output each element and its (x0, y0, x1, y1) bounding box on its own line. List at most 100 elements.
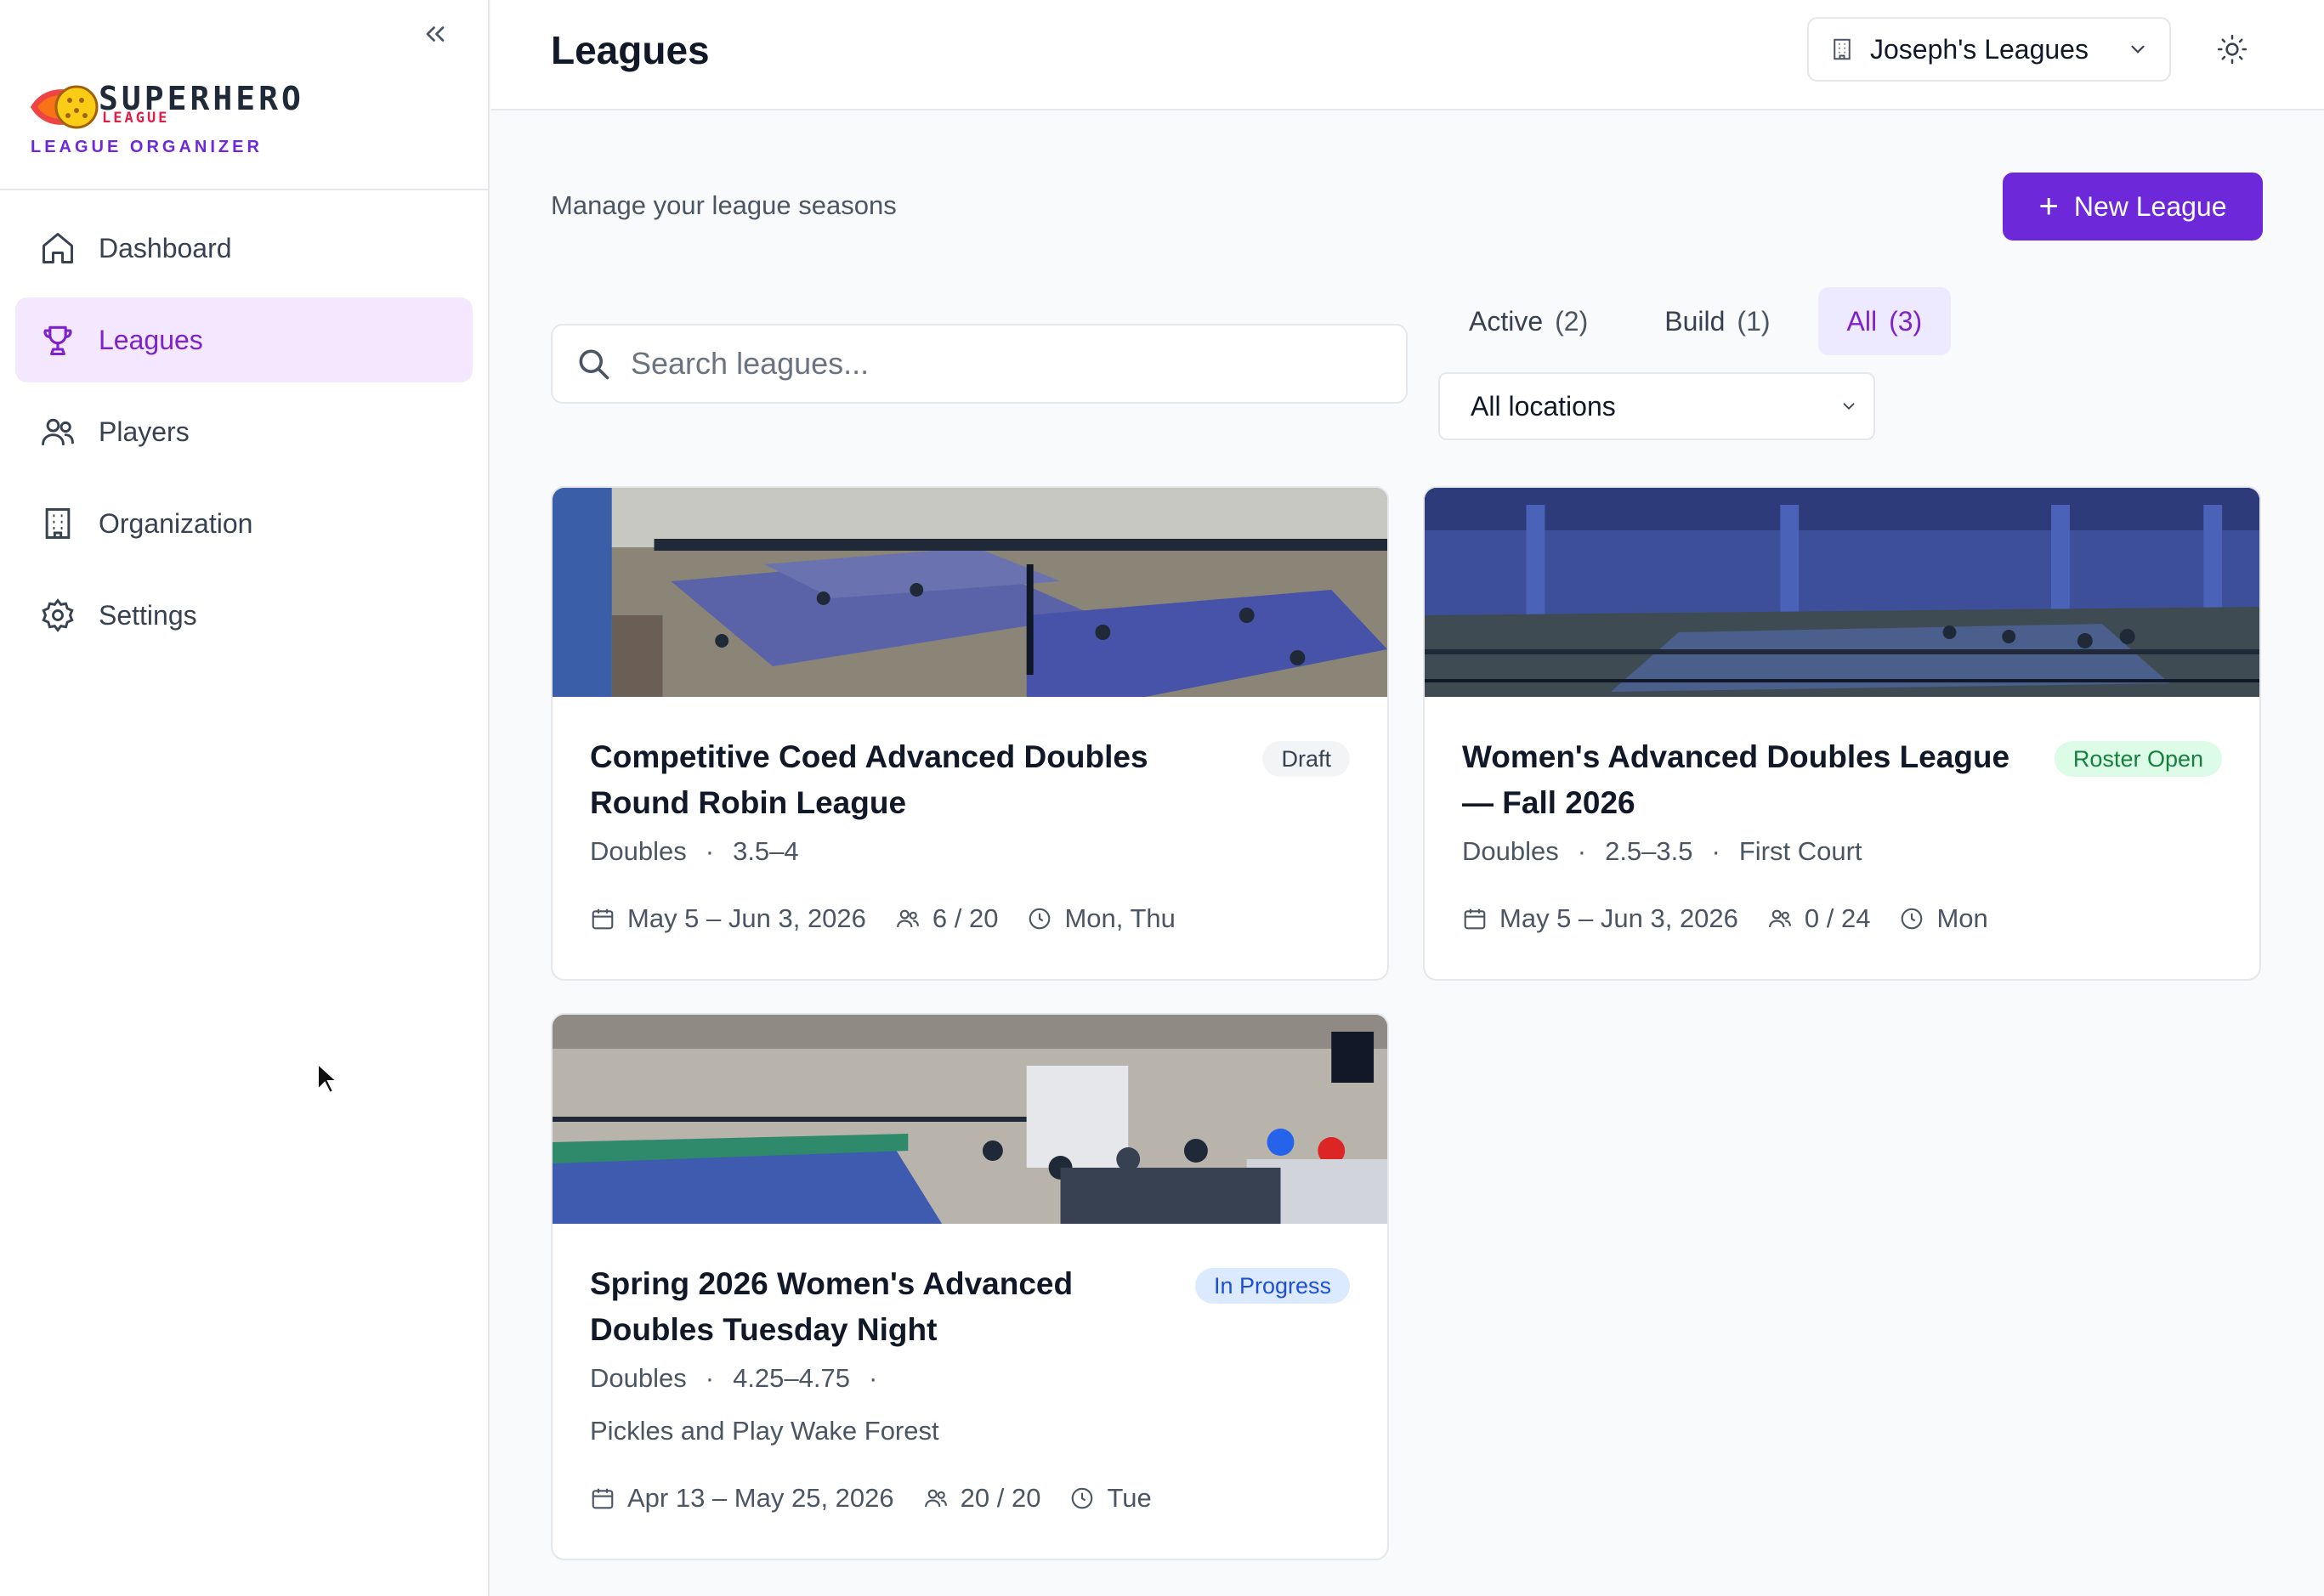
status-tabs: Active (2) Build (1) All (3) (1440, 287, 1970, 355)
league-dates-text: May 5 – Jun 3, 2026 (627, 903, 866, 933)
league-days: Mon (1899, 903, 1988, 934)
sidebar-item-label: Players (99, 416, 190, 447)
sidebar-item-label: Organization (99, 507, 253, 539)
card-body: Women's Advanced Doubles League — Fall 2… (1425, 697, 2259, 940)
plus-icon: + (2038, 188, 2059, 225)
league-meta: Doubles · 3.5–4 (590, 831, 1350, 872)
tab-count: (3) (1889, 305, 1923, 337)
sidebar-item-label: Settings (99, 599, 197, 631)
meta-separator: · (1577, 836, 1587, 866)
league-card[interactable]: Spring 2026 Women's Advanced Doubles Tue… (551, 1013, 1389, 1560)
meta-separator: · (1711, 836, 1720, 866)
tab-active[interactable]: Active (2) (1440, 287, 1617, 355)
search-input[interactable] (631, 346, 1379, 382)
users-icon (39, 413, 77, 450)
users-icon (896, 909, 919, 928)
league-stats: May 5 – Jun 3, 2026 0 / 24 Mon (1462, 897, 2222, 940)
league-players: 6 / 20 (895, 903, 999, 934)
card-body: Spring 2026 Women's Advanced Doubles Tue… (553, 1224, 1387, 1520)
calendar-icon (1464, 908, 1486, 930)
league-card[interactable]: Competitive Coed Advanced Doubles Round … (551, 486, 1389, 981)
tab-all[interactable]: All (3) (1817, 287, 1952, 355)
status-badge: Draft (1262, 741, 1350, 777)
meta-separator: · (869, 1363, 878, 1393)
sun-icon (2217, 34, 2247, 65)
sidebar-item-dashboard[interactable]: Dashboard (15, 206, 473, 291)
sidebar-item-label: Leagues (99, 324, 203, 355)
collapse-sidebar-button[interactable] (417, 15, 454, 53)
gear-icon (39, 597, 77, 634)
new-league-label: New League (2073, 190, 2227, 222)
league-players-text: 0 / 24 (1804, 903, 1871, 933)
league-days: Mon, Thu (1027, 903, 1176, 934)
sidebar-item-leagues[interactable]: Leagues (15, 297, 473, 382)
organization-selector-label: Joseph's Leagues (1870, 33, 2089, 65)
league-location: Pickles and Play Wake Forest (590, 1416, 939, 1446)
calendar-icon (592, 1488, 614, 1509)
league-format: Doubles (1462, 836, 1559, 866)
building-icon (39, 505, 77, 542)
league-days-text: Tue (1107, 1483, 1152, 1513)
sidebar-item-label: Dashboard (99, 232, 232, 263)
search-icon (579, 349, 609, 380)
league-format: Doubles (590, 836, 687, 866)
meta-separator: · (705, 836, 715, 866)
tab-label: All (1846, 305, 1878, 337)
tab-build[interactable]: Build (1) (1635, 287, 1799, 355)
calendar-icon (592, 908, 614, 930)
sidebar-nav: Dashboard Leagues Players Organization S… (15, 206, 473, 665)
clock-icon (1029, 908, 1051, 930)
league-title: Women's Advanced Doubles League — Fall 2… (1462, 739, 2010, 820)
league-format: Doubles (590, 1363, 687, 1393)
theme-toggle-button[interactable] (2208, 25, 2256, 73)
league-rating: 3.5–4 (733, 836, 799, 866)
league-players-text: 20 / 20 (960, 1483, 1041, 1513)
organization-selector[interactable]: Joseph's Leagues (1807, 17, 2171, 82)
league-dates: May 5 – Jun 3, 2026 (1462, 903, 1738, 934)
league-dates: May 5 – Jun 3, 2026 (590, 903, 866, 934)
top-header: Leagues Joseph's Leagues (491, 0, 2324, 110)
chevron-down-icon (2131, 45, 2145, 54)
double-chevron-left-icon (426, 26, 445, 42)
sidebar: SUPERHERO LEAGUE LEAGUE ORGANIZER Dashbo… (0, 0, 490, 1596)
league-meta: Doubles · 2.5–3.5 · First Court (1462, 831, 2222, 872)
page-title: Leagues (551, 28, 710, 72)
tab-count: (1) (1737, 305, 1771, 337)
logo-sub: LEAGUE (102, 110, 170, 127)
tab-label: Active (1469, 305, 1544, 337)
league-photo (553, 488, 1387, 697)
league-stats: Apr 13 – May 25, 2026 20 / 20 Tue (590, 1477, 1350, 1520)
clock-icon (1902, 908, 1923, 930)
logo-ball-icon (29, 82, 100, 137)
tab-count: (2) (1555, 305, 1589, 337)
league-title: Competitive Coed Advanced Doubles Round … (590, 739, 1148, 820)
sidebar-item-players[interactable]: Players (15, 389, 473, 474)
chevron-down-icon (1843, 403, 1855, 410)
users-icon (1768, 909, 1791, 928)
meta-separator: · (705, 1363, 715, 1393)
league-players-text: 6 / 20 (932, 903, 999, 933)
league-card[interactable]: Women's Advanced Doubles League — Fall 2… (1423, 486, 2261, 981)
page-subtitle: Manage your league seasons (551, 190, 897, 220)
logo-tagline: LEAGUE ORGANIZER (31, 138, 263, 156)
clock-icon (1072, 1487, 1093, 1509)
users-icon (924, 1489, 947, 1508)
league-players: 20 / 20 (923, 1483, 1041, 1514)
location-filter-select[interactable]: All locations (1438, 372, 1875, 440)
league-dates: Apr 13 – May 25, 2026 (590, 1483, 894, 1514)
tab-label: Build (1664, 305, 1726, 337)
league-title: Spring 2026 Women's Advanced Doubles Tue… (590, 1266, 1074, 1347)
league-stats: May 5 – Jun 3, 2026 6 / 20 Mon, Thu (590, 897, 1350, 940)
new-league-button[interactable]: + New League (2003, 173, 2263, 241)
status-badge: In Progress (1194, 1268, 1350, 1304)
trophy-icon (39, 321, 77, 359)
league-meta: Doubles · 4.25–4.75 · (590, 1358, 1350, 1399)
sidebar-item-settings[interactable]: Settings (15, 573, 473, 658)
building-icon (1834, 38, 1851, 60)
league-days-text: Mon (1936, 903, 1988, 933)
league-days-text: Mon, Thu (1064, 903, 1176, 933)
league-dates-text: Apr 13 – May 25, 2026 (627, 1483, 894, 1513)
sidebar-item-organization[interactable]: Organization (15, 481, 473, 566)
league-location: First Court (1738, 836, 1862, 866)
logo-area: SUPERHERO LEAGUE LEAGUE ORGANIZER (0, 0, 488, 190)
